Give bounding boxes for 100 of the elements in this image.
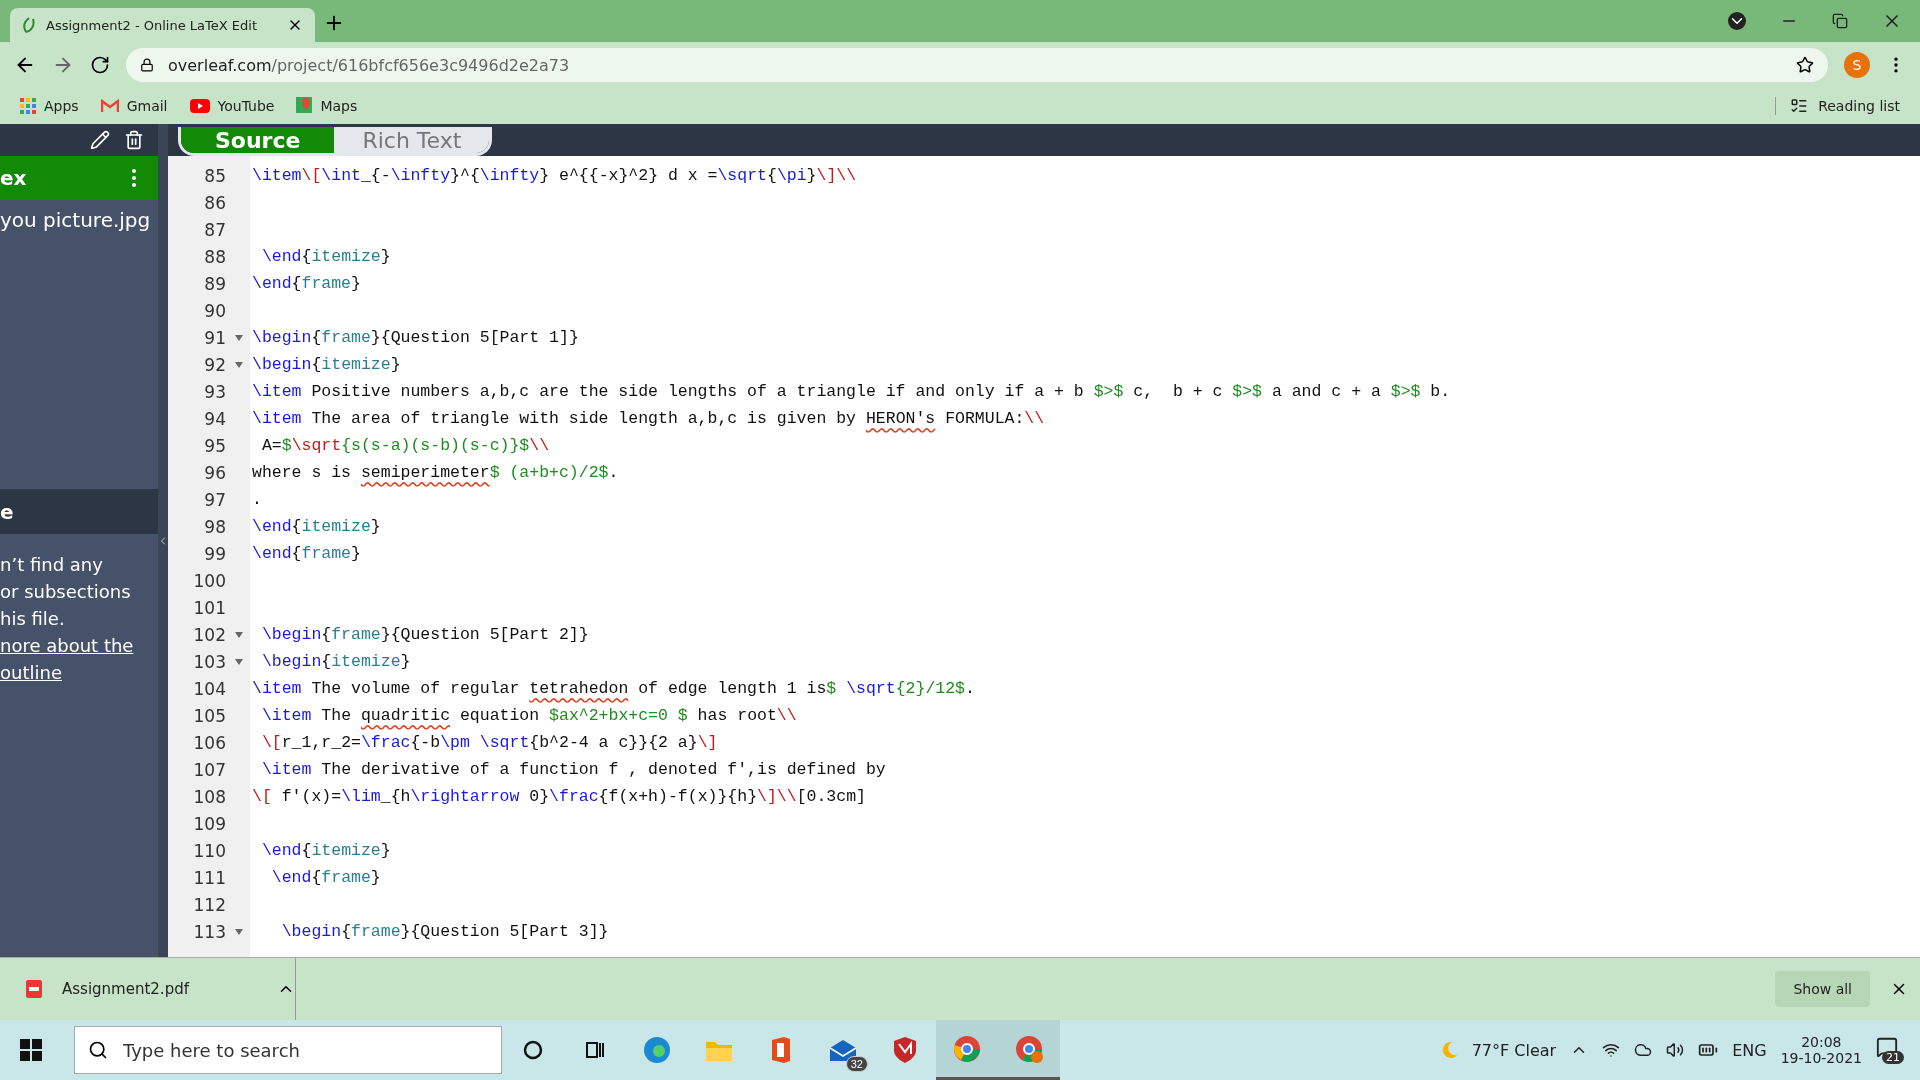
line-number: 91 [203, 327, 226, 348]
line-number: 86 [203, 192, 226, 213]
reading-list-button[interactable]: Reading list [1775, 97, 1900, 115]
line-number: 88 [203, 246, 226, 267]
fold-arrow-icon[interactable] [235, 658, 243, 665]
line-number: 92 [203, 354, 226, 375]
cloud-icon[interactable] [1634, 1041, 1653, 1059]
globe-icon [643, 1036, 671, 1064]
star-icon[interactable] [1796, 56, 1814, 74]
code-line: \item\[\int_{-\infty}^{\infty} e^{{-x}^2} d x =\sqrt{\pi}\]\\ [252, 166, 857, 185]
fold-arrow-icon[interactable] [235, 631, 243, 638]
restore-icon[interactable] [1832, 13, 1848, 29]
line-number: 97 [203, 489, 226, 510]
code-line: A=$\sqrt{s(s-a)(s-b)(s-c)}$\\ [260, 436, 550, 455]
line-number: 107 [192, 759, 226, 780]
search-icon [88, 1040, 108, 1060]
editor-mode-tab[interactable]: Source [181, 127, 335, 153]
line-number: 96 [203, 462, 226, 483]
notifications-button[interactable]: 21 [1876, 1036, 1904, 1064]
line-number: 113 [192, 921, 226, 942]
line-number: 100 [192, 570, 226, 591]
line-number: 111 [192, 867, 226, 888]
chrome-icon [953, 1034, 981, 1063]
chrome-app-button[interactable] [998, 1020, 1060, 1080]
line-number: 101 [192, 597, 226, 618]
browser-tab[interactable]: Assignment2 - Online LaTeX Edit [10, 8, 315, 42]
wifi-icon[interactable] [1602, 1041, 1621, 1059]
start-icon [20, 1039, 42, 1061]
show-all-button[interactable]: Show all [1775, 971, 1870, 1007]
bookmark-link[interactable]: YouTube [189, 98, 275, 114]
address-field[interactable]: overleaf.com/project/616bfcf656e3c9496d2e2a73 [126, 48, 1828, 82]
task-view-icon [585, 1040, 605, 1060]
code-line: \end{frame} [252, 274, 361, 293]
office-icon [770, 1036, 792, 1064]
line-number: 102 [192, 624, 226, 645]
chrome-app-button[interactable] [936, 1020, 998, 1080]
fold-arrow-icon[interactable] [235, 361, 243, 368]
trash-icon[interactable] [124, 130, 144, 150]
speaker-icon[interactable] [1666, 1041, 1685, 1059]
line-number: 95 [203, 435, 226, 456]
tab-search-icon[interactable] [1728, 12, 1746, 30]
code-line: \end{itemize} [252, 517, 381, 536]
notification-count-badge: 21 [1882, 1051, 1904, 1064]
tab-title: Assignment2 - Online LaTeX Edit [46, 17, 258, 33]
mail-app-button[interactable]: 32 [812, 1020, 874, 1080]
line-number: 94 [203, 408, 226, 429]
line-number: 87 [203, 219, 226, 240]
lock-icon [140, 58, 154, 72]
line-number: 93 [203, 381, 226, 402]
line-number: 110 [192, 840, 226, 861]
code-line: \end{itemize} [260, 247, 391, 266]
line-number: 105 [192, 705, 226, 726]
bookmark-link[interactable]: Apps [20, 98, 79, 114]
code-line: \begin{frame}{Question 5[Part 3]} [280, 922, 609, 941]
outline-help-link[interactable]: outline [0, 661, 158, 683]
line-number: 98 [203, 516, 226, 537]
code-line: \[ f'(x)=\lim_{h\rightarrow 0}\frac{f(x+h)-f(x)}{h}\]\\[0.3cm] [252, 787, 866, 806]
mail-icon [100, 99, 119, 113]
grid-icon [20, 98, 36, 114]
line-number: 85 [203, 165, 226, 186]
outline-header[interactable]: e [0, 489, 158, 534]
taskbar-search-field[interactable]: Type here to search [74, 1026, 502, 1074]
outline-message: n’t find any [0, 553, 104, 575]
code-line: \begin{itemize} [260, 652, 411, 671]
circle-icon [523, 1040, 543, 1060]
file-tree-item[interactable]: ex [0, 156, 158, 200]
map-pin-icon [296, 97, 313, 115]
code-line: where s is semiperimeter$ (a+b+c)/2$. [252, 463, 619, 482]
line-number: 89 [203, 273, 226, 294]
line-number: 106 [192, 732, 226, 753]
clock-time: 20:08 [1801, 1034, 1842, 1050]
outline-message: his file. [0, 607, 66, 629]
unread-badge: 32 [845, 1056, 868, 1072]
pencil-icon[interactable] [90, 130, 110, 150]
reload-icon[interactable] [90, 55, 110, 75]
code-line: \item The area of triangle with side length a,b,c is given by HERON's FORMULA:\\ [252, 409, 1045, 428]
outline-message: or subsections [0, 580, 132, 602]
outline-help-link[interactable]: nore about the [0, 634, 158, 656]
code-line: \item Positive numbers a,b,c are the side lengths of a triangle if and only if a + b $>$ c, b + c $>$ a and c + a $>$ b. [252, 382, 1451, 401]
editor-mode-tab[interactable]: Rich Text [334, 127, 490, 153]
code-line: \[r_1,r_2=\frac{-b\pm \sqrt{b^2-4 a c}}{2 a}\] [260, 733, 718, 752]
code-line: \end{itemize} [260, 841, 391, 860]
code-line: \begin{itemize} [252, 355, 401, 374]
file-tree-item[interactable]: you picture.jpg [0, 200, 158, 240]
fold-arrow-icon[interactable] [235, 334, 243, 341]
code-line: \begin{frame}{Question 5[Part 2]} [260, 625, 589, 644]
line-number: 112 [192, 894, 226, 915]
line-number: 109 [192, 813, 226, 834]
leaf-icon [22, 17, 36, 33]
code-line: \item The volume of regular tetrahedon of edge length 1 is$ \sqrt{2}/12$. [252, 679, 975, 698]
play-icon [189, 99, 210, 113]
code-line: \item The derivative of a function f , denoted f',is defined by [260, 760, 886, 779]
line-number: 108 [192, 786, 226, 807]
line-number: 99 [203, 543, 226, 564]
bookmark-link[interactable]: Maps [296, 97, 358, 115]
code-line: \end{frame} [270, 868, 381, 887]
bookmark-link[interactable]: Gmail [100, 98, 168, 114]
weather-text: 77°F Clear [1471, 1040, 1557, 1060]
fold-arrow-icon[interactable] [235, 928, 243, 935]
shield-icon [893, 1036, 917, 1064]
